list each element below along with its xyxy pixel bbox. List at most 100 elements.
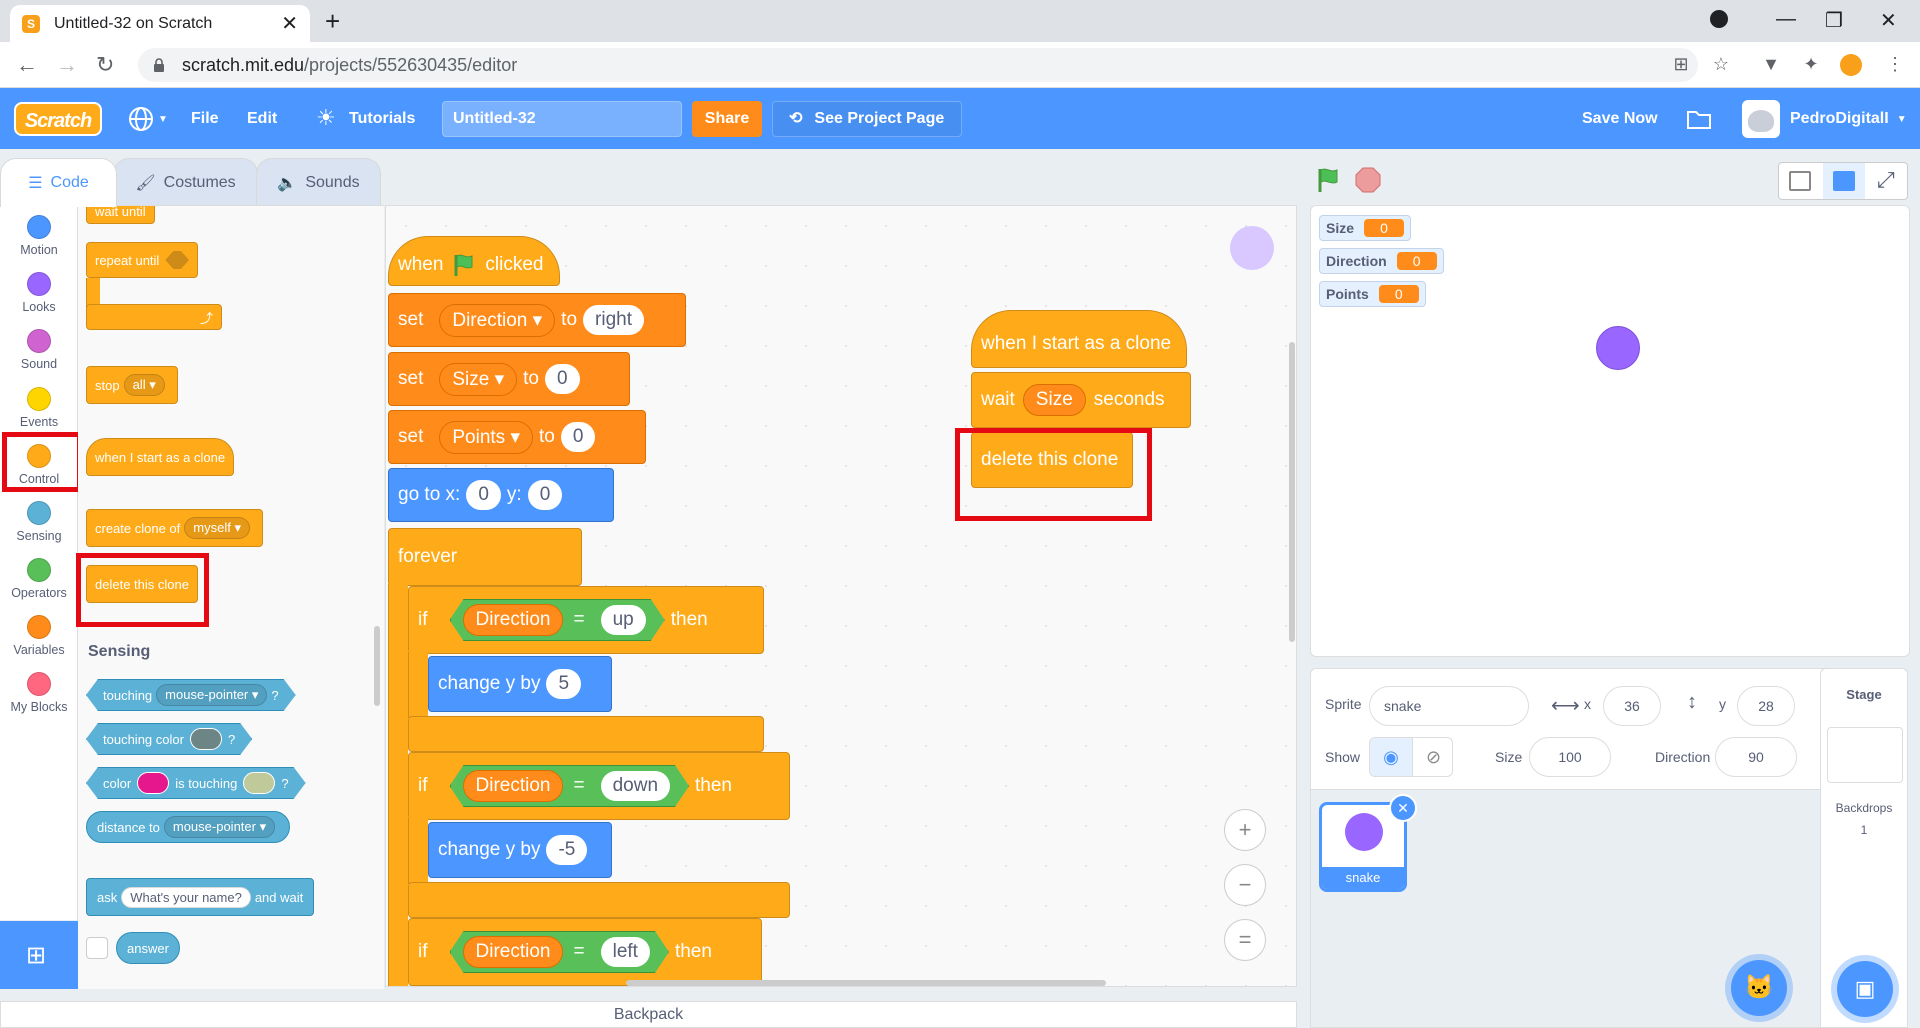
color-is-touching-block[interactable]: color is touching?: [86, 767, 306, 799]
category-control[interactable]: Control: [0, 444, 78, 486]
palette-scrollbar[interactable]: [374, 626, 380, 706]
forward-arrow-icon[interactable]: →: [56, 52, 78, 78]
direction-var-dropdown[interactable]: Direction ▾: [439, 303, 556, 337]
extension-icon[interactable]: ▼: [1760, 54, 1782, 76]
change-y-neg5-input[interactable]: -5: [546, 835, 588, 865]
stage-thumbnail[interactable]: [1827, 727, 1903, 783]
profile-avatar-icon[interactable]: [1840, 54, 1862, 76]
equals-operator-left[interactable]: Direction = left: [450, 931, 669, 973]
delete-this-clone-block[interactable]: delete this clone: [971, 432, 1133, 488]
set-size-block[interactable]: set Size ▾ to 0: [388, 352, 630, 406]
touching-color-block[interactable]: touching color?: [86, 723, 252, 755]
size-input[interactable]: 100: [1529, 737, 1611, 777]
category-variables[interactable]: Variables: [0, 615, 78, 657]
choose-backdrop-icon[interactable]: ▣: [1837, 961, 1893, 1017]
category-motion[interactable]: Motion: [0, 215, 78, 257]
stop-block[interactable]: stop all ▾: [86, 366, 178, 404]
edit-menu[interactable]: Edit: [247, 88, 277, 149]
color-swatch[interactable]: [190, 728, 222, 750]
backpack-bar[interactable]: Backpack: [0, 1001, 1297, 1028]
category-sensing[interactable]: Sensing: [0, 501, 78, 543]
workspace-horizontal-scrollbar[interactable]: [626, 980, 1106, 986]
profile-menu-icon[interactable]: [1710, 10, 1728, 28]
compare-up-input[interactable]: up: [601, 605, 646, 635]
normal-stage-button[interactable]: [1823, 163, 1865, 199]
direction-reporter[interactable]: Direction: [463, 936, 564, 968]
size-value-input[interactable]: 0: [545, 364, 580, 394]
language-globe-icon[interactable]: [128, 106, 154, 132]
code-workspace[interactable]: when clicked set Direction ▾ to right set Siz…: [385, 205, 1297, 987]
points-value-input[interactable]: 0: [560, 422, 596, 452]
small-stage-icon[interactable]: [1789, 171, 1811, 191]
go-to-xy-block[interactable]: go to x: 0 y: 0: [388, 468, 614, 522]
change-y-5-block[interactable]: change y by 5: [428, 656, 612, 712]
create-clone-dropdown[interactable]: myself ▾: [184, 517, 250, 539]
chrome-menu-icon[interactable]: ⋮: [1884, 54, 1906, 76]
if-up-block[interactable]: if Direction = up then: [408, 586, 764, 654]
tab-sounds[interactable]: 🔈 Sounds: [256, 158, 381, 206]
wait-until-block[interactable]: wait until: [86, 206, 155, 224]
tutorials-menu[interactable]: Tutorials: [349, 88, 415, 149]
answer-checkbox[interactable]: [86, 937, 108, 959]
zoom-in-button[interactable]: +: [1224, 809, 1266, 851]
color-swatch-khaki[interactable]: [243, 772, 275, 794]
ask-and-wait-block[interactable]: ask What's your name? and wait: [86, 878, 315, 916]
compare-left-input[interactable]: left: [601, 937, 650, 967]
minimize-button[interactable]: —: [1776, 8, 1796, 31]
direction-value-input[interactable]: right: [583, 305, 644, 335]
direction-input[interactable]: 90: [1715, 737, 1797, 777]
create-clone-block[interactable]: create clone of myself ▾: [86, 509, 263, 547]
set-points-block[interactable]: set Points ▾ to 0: [388, 410, 646, 464]
points-var-dropdown[interactable]: Points ▾: [439, 420, 533, 454]
x-input[interactable]: 36: [1603, 686, 1661, 726]
stop-sign-icon[interactable]: [1354, 166, 1382, 194]
wait-size-seconds-block[interactable]: wait Size seconds: [971, 372, 1191, 428]
answer-block[interactable]: answer: [116, 932, 180, 964]
distance-dropdown[interactable]: mouse-pointer ▾: [163, 816, 276, 838]
save-now-button[interactable]: Save Now: [1582, 88, 1658, 149]
equals-operator-up[interactable]: Direction = up: [450, 599, 665, 641]
choose-sprite-cat-icon[interactable]: 🐱: [1731, 960, 1787, 1016]
see-project-page-button[interactable]: ⟲ See Project Page: [772, 101, 962, 137]
file-menu[interactable]: File: [191, 88, 219, 149]
if-down-block[interactable]: if Direction = down then: [408, 752, 790, 820]
category-my-blocks[interactable]: My Blocks: [0, 672, 78, 714]
direction-monitor[interactable]: Direction 0: [1319, 248, 1444, 274]
puzzle-extensions-icon[interactable]: ✦: [1800, 54, 1822, 76]
bookmark-star-icon[interactable]: ☆: [1710, 54, 1732, 76]
zoom-out-button[interactable]: −: [1224, 864, 1266, 906]
share-button[interactable]: Share: [692, 101, 762, 137]
go-to-x-input[interactable]: 0: [466, 480, 501, 510]
compare-down-input[interactable]: down: [601, 771, 670, 801]
sprite-name-input[interactable]: snake: [1369, 686, 1529, 726]
category-looks[interactable]: Looks: [0, 272, 78, 314]
if-left-block[interactable]: if Direction = left then: [408, 918, 762, 986]
stop-dropdown[interactable]: all ▾: [123, 374, 165, 396]
stage-canvas[interactable]: Size 0 Direction 0 Points 0: [1310, 205, 1910, 657]
direction-reporter[interactable]: Direction: [463, 770, 564, 802]
distance-to-block[interactable]: distance to mouse-pointer ▾: [86, 811, 291, 843]
delete-sprite-trash-icon[interactable]: ✕: [1389, 794, 1417, 822]
fullscreen-icon[interactable]: ⤢: [1877, 167, 1895, 193]
category-sound[interactable]: Sound: [0, 329, 78, 371]
color-swatch-pink[interactable]: [137, 772, 169, 794]
zoom-reset-button[interactable]: =: [1224, 919, 1266, 961]
browser-tab[interactable]: S Untitled-32 on Scratch ✕: [10, 5, 310, 42]
my-stuff-folder-icon[interactable]: [1686, 108, 1712, 130]
direction-reporter[interactable]: Direction: [463, 604, 564, 636]
points-monitor[interactable]: Points 0: [1319, 281, 1426, 307]
change-y-5-input[interactable]: 5: [546, 669, 582, 699]
tab-close-icon[interactable]: ✕: [281, 11, 298, 36]
window-close-button[interactable]: ✕: [1880, 8, 1897, 33]
size-var-dropdown[interactable]: Size ▾: [439, 362, 518, 396]
stage-selector[interactable]: Stage Backdrops 1 ▣: [1820, 668, 1908, 1028]
project-title-input[interactable]: Untitled-32: [442, 101, 682, 137]
category-events[interactable]: Events: [0, 387, 78, 429]
tab-costumes[interactable]: 🖌 Costumes: [113, 158, 258, 206]
tab-code[interactable]: ☰ Code: [0, 158, 117, 207]
category-operators[interactable]: Operators: [0, 558, 78, 600]
go-to-y-input[interactable]: 0: [527, 480, 563, 510]
delete-clone-palette-block[interactable]: delete this clone: [86, 565, 198, 603]
size-monitor[interactable]: Size 0: [1319, 215, 1412, 241]
back-arrow-icon[interactable]: ←: [16, 52, 38, 78]
